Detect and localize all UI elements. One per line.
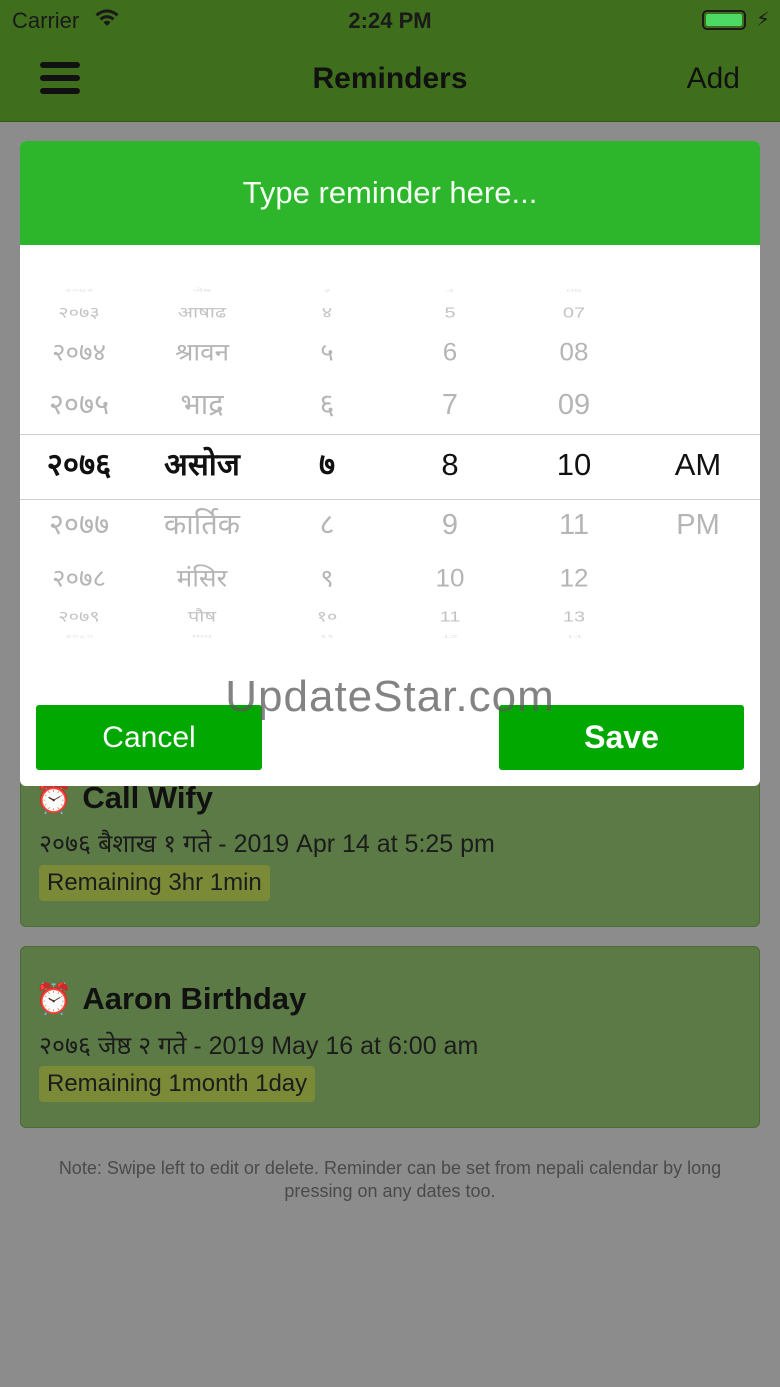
picker-option[interactable]: ११: [266, 633, 388, 640]
picker-option[interactable]: २०७४: [20, 337, 138, 367]
picker-option[interactable]: PM: [636, 508, 760, 543]
navigation-bar: Reminders Add: [0, 40, 780, 122]
remaining-badge: Remaining 3hr 1min: [39, 865, 270, 901]
clock: 2:24 PM: [348, 8, 432, 33]
picker-option[interactable]: AM: [636, 446, 760, 483]
picker-option[interactable]: 5: [388, 303, 512, 323]
picker-option[interactable]: २०८०: [20, 633, 138, 640]
picker-option[interactable]: २०७७: [20, 508, 138, 543]
reminder-date: २०७६ बैशाख १ गते - 2019 Apr 14 at 5:25 p…: [39, 830, 495, 858]
picker-option[interactable]: ३: [266, 287, 388, 294]
remaining-badge: Remaining 1month 1day: [39, 1066, 316, 1102]
picker-option[interactable]: 13: [512, 607, 636, 627]
add-reminder-dialog: २०७२ २०७३ २०७४ २०७५ २०७६ २०७७ २०७८ २०७९ २०८० जेष…: [20, 141, 760, 786]
picker-option[interactable]: ९: [266, 563, 388, 593]
picker-option[interactable]: जेष्ठ: [138, 287, 266, 294]
picker-option[interactable]: २०७५: [20, 388, 138, 423]
minute-wheel[interactable]: 06 07 08 09 10 11 12 13 14: [512, 286, 636, 641]
picker-option[interactable]: ४: [266, 303, 388, 323]
add-button[interactable]: Add: [687, 62, 740, 96]
picker-option[interactable]: ८: [266, 508, 388, 543]
dialog-header: [20, 141, 760, 245]
year-wheel[interactable]: २०७२ २०७३ २०७४ २०७५ २०७६ २०७७ २०७८ २०७९ २०८०: [20, 286, 138, 641]
picker-option[interactable]: आषाढ: [138, 303, 266, 323]
picker-option[interactable]: 08: [512, 337, 636, 367]
picker-option[interactable]: 10: [388, 563, 512, 593]
picker-option[interactable]: 6: [388, 337, 512, 367]
status-bar: Carrier 2:24 PM ⚡: [0, 0, 780, 40]
help-note: Note: Swipe left to edit or delete. Remi…: [58, 1158, 722, 1201]
picker-option[interactable]: २०७८: [20, 563, 138, 593]
alarm-clock-icon: ⏰: [35, 983, 73, 1016]
picker-option[interactable]: 10: [512, 446, 636, 483]
picker-option[interactable]: ६: [266, 388, 388, 423]
reminder-title-text: Aaron Birthday: [82, 981, 307, 1016]
picker-option[interactable]: 12: [512, 563, 636, 593]
picker-option[interactable]: 11: [512, 508, 636, 543]
picker-option[interactable]: २०७६: [20, 446, 138, 483]
picker-option[interactable]: असोज: [138, 446, 266, 483]
page-title: Reminders: [312, 62, 468, 95]
picker-option[interactable]: २०७९: [20, 607, 138, 627]
picker-option[interactable]: २०७३: [20, 303, 138, 323]
ampm-wheel[interactable]: AM PM: [636, 286, 760, 641]
reminder-date: २०७६ जेष्ठ २ गते - 2019 May 16 at 6:00 a…: [39, 1032, 479, 1060]
charging-icon: ⚡: [755, 9, 770, 31]
day-wheel[interactable]: ३ ४ ५ ६ ७ ८ ९ १० ११: [266, 286, 388, 641]
picker-option[interactable]: 06: [512, 287, 636, 294]
picker-option[interactable]: 11: [388, 607, 512, 627]
cancel-button[interactable]: Cancel: [36, 705, 262, 770]
save-button[interactable]: Save: [499, 705, 744, 770]
reminder-card[interactable]: ⏰ Aaron Birthday २०७६ जेष्ठ २ गते - 2019 …: [20, 946, 760, 1128]
picker-option[interactable]: 8: [388, 446, 512, 483]
picker-option[interactable]: 09: [512, 388, 636, 423]
picker-option[interactable]: ५: [266, 337, 388, 367]
picker-option[interactable]: माघ: [138, 633, 266, 640]
picker-option[interactable]: १०: [266, 607, 388, 627]
picker-option[interactable]: कार्तिक: [138, 508, 266, 543]
picker-option[interactable]: २०७२: [20, 287, 138, 294]
picker-option[interactable]: श्रावन: [138, 337, 266, 367]
picker-option[interactable]: 9: [388, 508, 512, 543]
picker-option[interactable]: 12: [388, 633, 512, 640]
reminder-text-input[interactable]: [20, 141, 760, 245]
picker-option[interactable]: 4: [388, 287, 512, 294]
date-time-picker[interactable]: २०७२ २०७३ २०७४ २०७५ २०७६ २०७७ २०७८ २०७९ २०८० जेष…: [20, 286, 760, 641]
picker-option[interactable]: 7: [388, 388, 512, 423]
picker-option[interactable]: पौष: [138, 607, 266, 627]
picker-option[interactable]: ७: [266, 446, 388, 483]
hour-wheel[interactable]: 4 5 6 7 8 9 10 11 12: [388, 286, 512, 641]
picker-option[interactable]: 07: [512, 303, 636, 323]
picker-option[interactable]: मंसिर: [138, 563, 266, 593]
picker-option[interactable]: भाद्र: [138, 388, 266, 423]
hamburger-menu-icon[interactable]: [40, 62, 80, 94]
picker-option[interactable]: 14: [512, 633, 636, 640]
month-wheel[interactable]: जेष्ठ आषाढ श्रावन भाद्र असोज कार्तिक मंसिर पौष म…: [138, 286, 266, 641]
alarm-clock-icon: ⏰: [35, 782, 73, 815]
battery-icon: [702, 10, 746, 30]
reminder-title: ⏰ Aaron Birthday: [35, 981, 306, 1017]
